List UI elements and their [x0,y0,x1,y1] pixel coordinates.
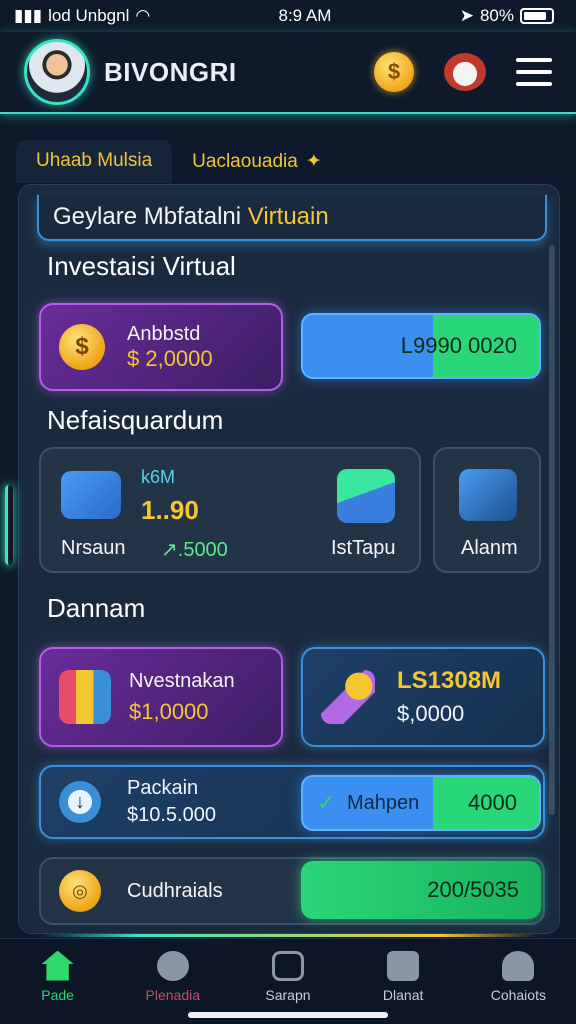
stats-left-label: Nrsaun [61,537,126,559]
check-icon: ✓ [317,790,336,815]
nav-item-profile[interactable]: Cohaiots [468,950,568,1003]
card-mid-label: IstTapu [331,537,396,559]
launch-value: $,0000 [397,701,465,726]
menu-icon[interactable] [516,58,552,86]
stats-right-value: ↗.5000 [161,539,228,561]
alarm-label: Alanm [461,537,518,559]
message-icon [387,950,420,981]
headline-banner: Geylare Mbfatalni Virtuain [37,195,547,241]
battery-percent: 80% [479,6,514,25]
brand-title: BIVONGRI [104,56,237,87]
monitor-icon [459,469,517,521]
pill-label: Mahpen [347,791,420,814]
nav-item-camera[interactable]: Sarapn [238,950,338,1003]
clock-icon: ↓ [59,781,101,823]
alarm-card[interactable]: Alanm [433,447,541,573]
launch-card[interactable]: LS1308M $,0000 [301,647,545,747]
headline-text: Geylare Mbfatalni [53,203,248,230]
pill-value: L9990 0020 [400,333,517,358]
carrier-label: lod Unbgnl [48,6,130,25]
section-title-nefais: Nefaisquardum [47,405,224,435]
stats-top: k6M [141,467,176,487]
section-title-dannam: Dannam [47,593,146,623]
balance-label: Anbbstd [127,322,201,345]
launch-big: LS1308M [397,667,502,694]
home-icon [41,950,74,981]
location-icon: ➤ [459,6,474,25]
nav-item-home[interactable]: Pade [8,950,108,1003]
credentials-label: Cudhraials [127,879,223,902]
coin-search-icon[interactable]: $ [374,52,414,92]
tab-label: Uhaab Mulsia [36,150,153,171]
scrollbar[interactable] [549,245,555,815]
nav-label: Sarapn [265,986,311,1003]
signal-icon: ▮▮▮ [14,6,43,25]
app-header: BIVONGRI $ [0,32,576,114]
profile-icon [502,950,535,981]
wifi-icon: ◠ [135,6,151,25]
home-indicator[interactable] [188,1012,388,1018]
investment-card[interactable]: Nvestnakan $1,0000 [39,647,283,747]
coin-icon: $ [59,324,105,370]
avatar[interactable] [24,39,90,105]
rocket-icon [321,670,375,724]
chat-icon [156,950,189,981]
tab-label: Uaclaouadia [192,151,298,172]
pill-value: 4000 [468,790,517,815]
headline-accent: Virtuain [247,203,329,230]
investment-value: $1,0000 [129,698,209,724]
mascot-icon[interactable] [444,53,486,91]
edge-handle[interactable] [5,485,13,565]
camera-icon [271,950,304,981]
tab-first[interactable]: Uhaab Mulsia [16,140,173,183]
star-icon: ✦ [305,151,322,172]
nav-label: Plenadia [145,986,201,1003]
document-icon [61,471,121,519]
nav-label: Dlanat [382,986,424,1003]
nav-item-chat[interactable]: Plenadia [123,950,223,1003]
box-icon [337,469,395,523]
balance-value: $ 2,0000 [127,345,213,371]
tab-second[interactable]: Uaclaouadia ✦ [172,140,342,183]
search-coin-icon: ◎ [59,870,101,912]
status-bar: ▮▮▮ lod Unbgnl ◠ 8:9 AM ➤ 80% [0,0,576,32]
investment-label: Nvestnakan [129,669,235,692]
package-value: $10.5.000 [127,804,216,826]
clock: 8:9 AM [278,6,332,25]
section-title-investasi: Investaisi Virtual [47,251,236,281]
battery-icon [520,8,554,24]
package-pill-button[interactable]: ✓ Mahpen 4000 [301,775,541,831]
divider-glow [40,934,540,937]
nav-item-messages[interactable]: Dlanat [353,950,453,1003]
nav-label: Pade [41,986,74,1003]
tab-bar: Uhaab Mulsia Uaclaouadia ✦ [16,140,342,183]
credentials-pill-button[interactable]: 200/5035 [301,861,541,919]
nav-label: Cohaiots [490,986,546,1003]
stats-big: 1..90 [141,495,199,525]
stats-card[interactable]: k6M 1..90 Nrsaun ↗.5000 IstTapu [39,447,421,573]
balance-pill-button[interactable]: L9990 0020 [301,313,541,379]
package-label: Packain [127,777,199,799]
books-icon [59,670,111,724]
main-panel: Geylare Mbfatalni Virtuain Investaisi Vi… [5,184,560,934]
balance-card[interactable]: $ Anbbstd $ 2,0000 [39,303,283,391]
pill-value: 200/5035 [427,877,519,902]
